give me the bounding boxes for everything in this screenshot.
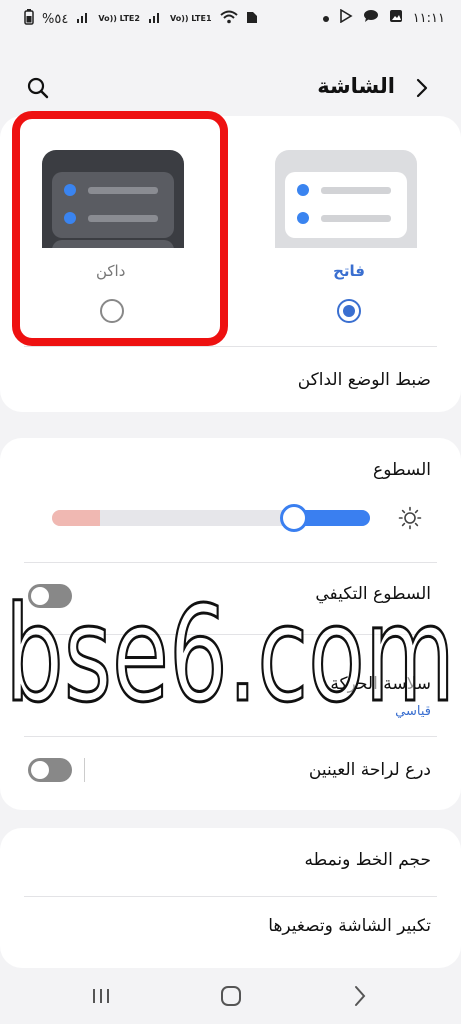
motion-smoothness-item[interactable]: سلاسة الحركة: [330, 674, 431, 694]
divider: [24, 736, 437, 737]
light-theme-preview[interactable]: [275, 150, 417, 248]
light-theme-label: فاتح: [333, 262, 365, 280]
preview-panel: [285, 172, 407, 238]
chevron-right-icon: [355, 986, 366, 1006]
vertical-separator: [84, 758, 85, 782]
preview-dot: [297, 184, 309, 196]
recent-apps-icon: [93, 989, 109, 1003]
battery-percent: %٥٤: [42, 11, 69, 27]
status-right: ١١:١١: [322, 8, 445, 27]
adaptive-brightness-label: السطوع التكيفي: [315, 584, 431, 604]
brightness-label: السطوع: [373, 460, 431, 480]
light-theme-radio[interactable]: [337, 299, 361, 323]
eye-comfort-label[interactable]: درع لراحة العينين: [309, 760, 431, 780]
brightness-slider-thumb[interactable]: [279, 504, 308, 532]
notification-dot-icon: [322, 11, 329, 26]
home-button[interactable]: [217, 982, 245, 1010]
sim1-label: Vo)) LTE1: [169, 14, 212, 23]
chevron-right-icon: [416, 78, 428, 98]
clock-time: ١١:١١: [412, 10, 445, 26]
brightness-slider[interactable]: [52, 510, 370, 526]
search-icon: [27, 77, 49, 99]
search-button[interactable]: [26, 76, 50, 100]
gallery-icon: [389, 9, 403, 27]
battery-icon: [24, 9, 34, 29]
dark-mode-settings-item[interactable]: ضبط الوضع الداكن: [298, 370, 431, 390]
wifi-icon: [219, 10, 238, 28]
signal-icon: [148, 10, 162, 28]
divider: [24, 896, 437, 897]
brightness-card: السطوع السطوع التكيفي سلاسة الحركة قياسي…: [0, 438, 461, 810]
back-button[interactable]: [409, 76, 433, 100]
back-nav-button[interactable]: [346, 982, 374, 1010]
preview-bar: [321, 215, 391, 222]
font-card: حجم الخط ونمطه تكبير الشاشة وتصغيرها: [0, 828, 461, 968]
sun-icon: [398, 506, 422, 530]
navigation-bar: [0, 966, 461, 1024]
status-bar: %٥٤ Vo)) LTE2 Vo)) LTE1 ١١:١١: [0, 0, 461, 36]
font-size-style-item[interactable]: حجم الخط ونمطه: [305, 850, 431, 870]
page-title: الشاشة: [317, 74, 395, 98]
recent-apps-button[interactable]: [87, 982, 115, 1010]
signal-icon: [76, 10, 90, 28]
preview-dot: [297, 212, 309, 224]
divider: [24, 562, 437, 563]
preview-bar: [321, 187, 391, 194]
sim-card-icon: [246, 10, 258, 28]
sim2-label: Vo)) LTE2: [98, 14, 140, 23]
home-icon: [221, 986, 241, 1006]
motion-smoothness-value: قياسي: [395, 704, 431, 719]
dark-option-highlight: [12, 111, 228, 346]
divider: [24, 346, 437, 347]
app-header: الشاشة: [0, 68, 461, 108]
slider-min-zone: [52, 510, 100, 526]
status-left: %٥٤ Vo)) LTE2 Vo)) LTE1: [24, 9, 258, 29]
eye-comfort-toggle[interactable]: [28, 758, 72, 782]
divider: [24, 634, 437, 635]
screen-zoom-item[interactable]: تكبير الشاشة وتصغيرها: [268, 916, 431, 936]
adaptive-brightness-toggle[interactable]: [28, 584, 72, 608]
messages-icon: [363, 9, 379, 27]
play-store-icon: [339, 8, 353, 27]
